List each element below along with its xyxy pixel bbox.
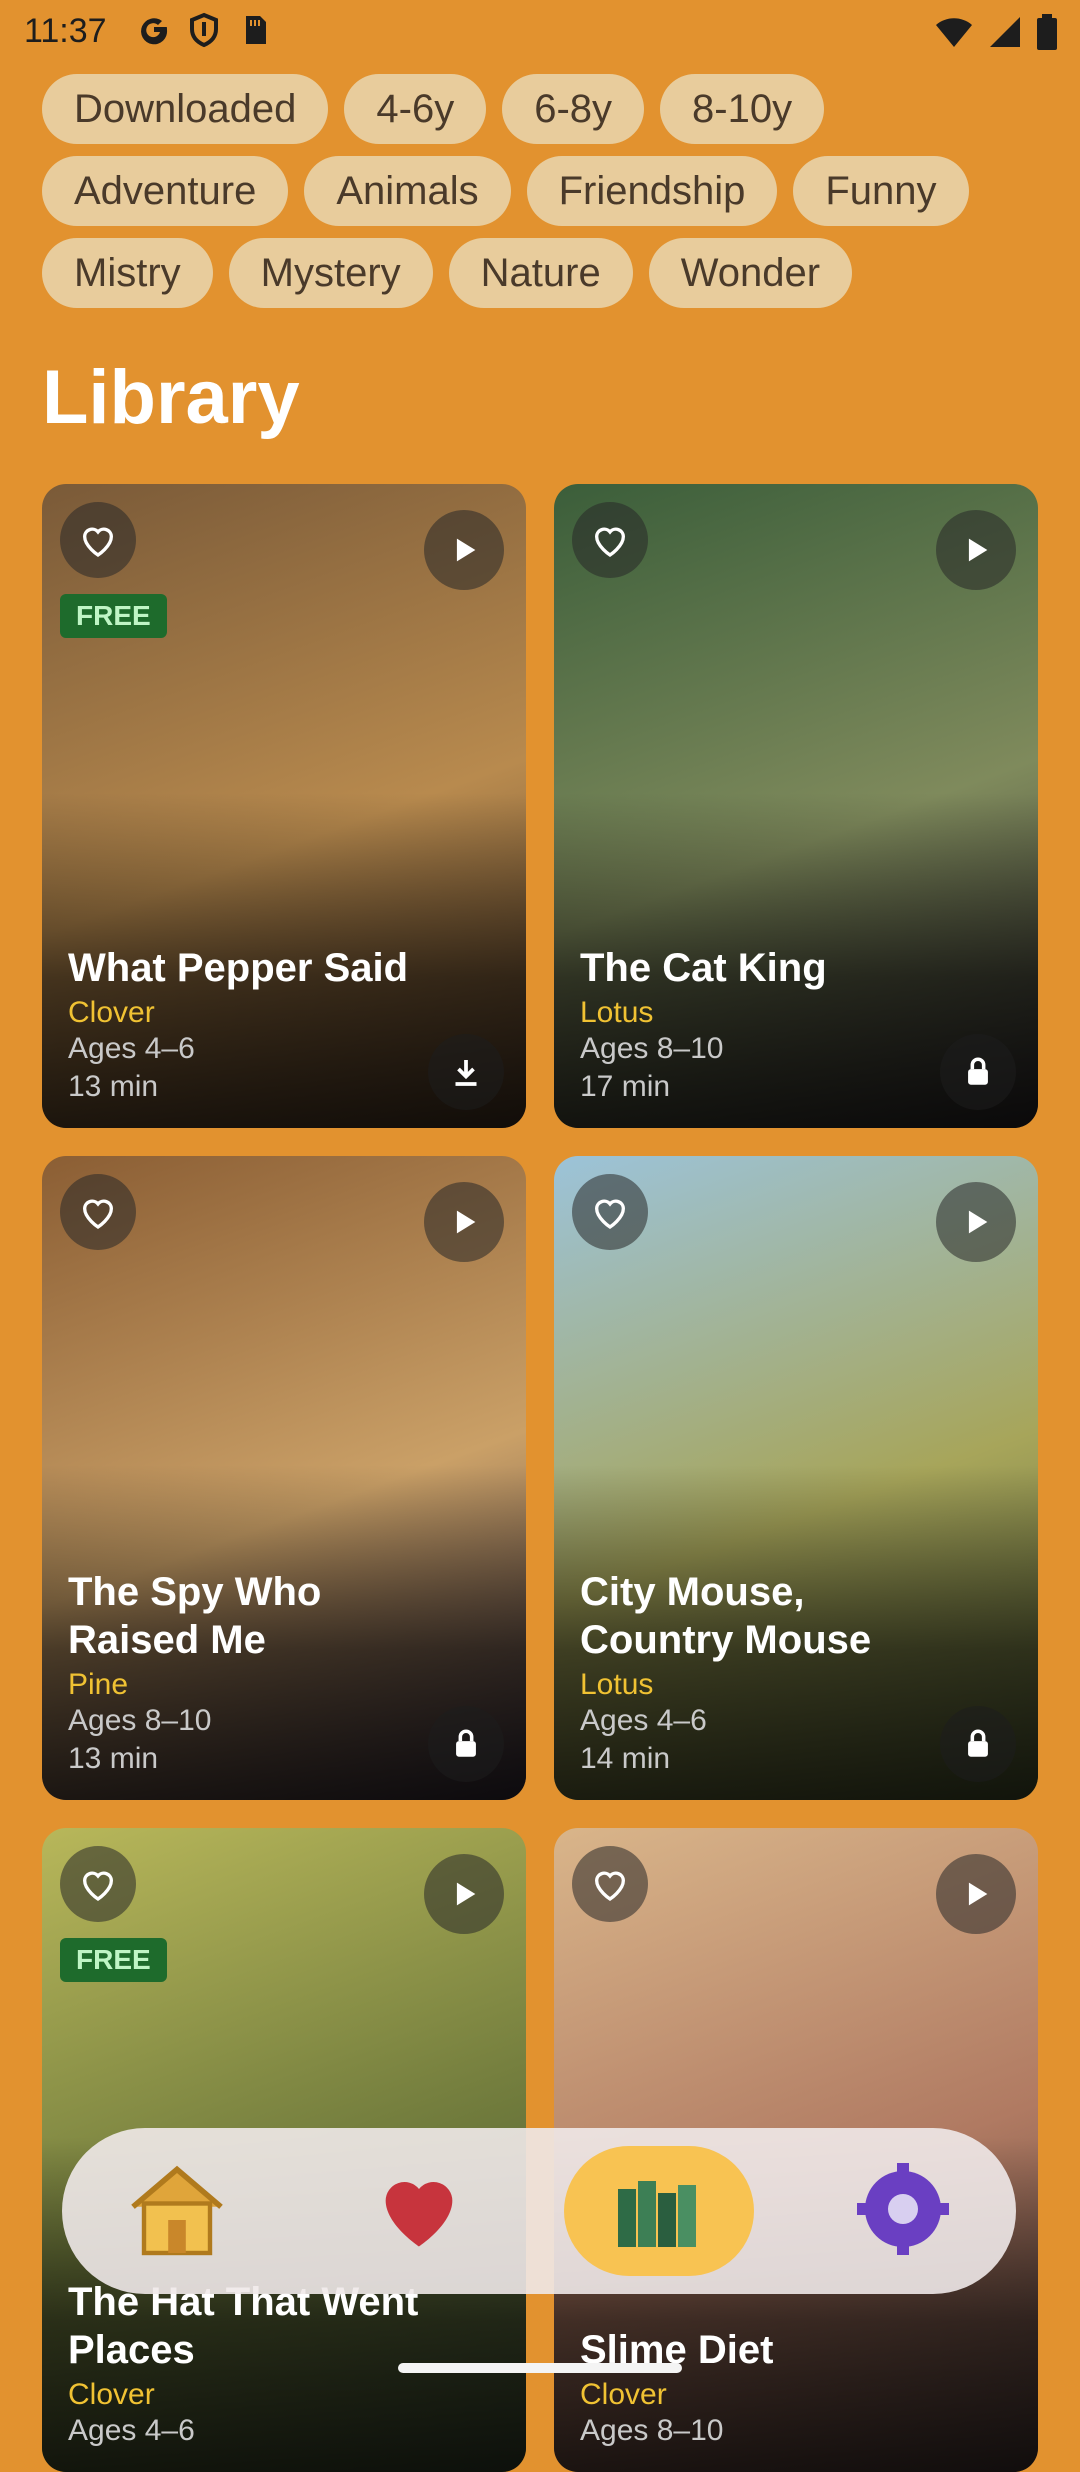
lock-icon[interactable] (940, 1034, 1016, 1110)
filter-chip-mystery[interactable]: Mystery (228, 238, 433, 308)
lock-icon[interactable] (428, 1706, 504, 1782)
google-icon (136, 12, 172, 53)
play-icon[interactable] (936, 510, 1016, 590)
story-card[interactable]: FREE What Pepper Said Clover Ages 4–6 13… (42, 484, 526, 1128)
free-badge: FREE (60, 594, 167, 638)
story-card[interactable]: City Mouse, Country Mouse Lotus Ages 4–6… (554, 1156, 1038, 1800)
nav-favorites[interactable] (324, 2146, 514, 2276)
gesture-handle[interactable] (398, 2363, 682, 2373)
sd-card-icon (236, 12, 272, 53)
story-narrator: Clover (68, 996, 155, 1029)
heart-icon[interactable] (60, 502, 136, 578)
shield-icon (186, 12, 222, 53)
wifi-icon (934, 15, 974, 54)
story-title: What Pepper Said (68, 946, 409, 990)
filter-chip-wonder[interactable]: Wonder (648, 238, 853, 308)
story-narrator: Pine (68, 1668, 129, 1701)
settings-icon (853, 2159, 953, 2264)
nav-library[interactable] (564, 2146, 754, 2276)
play-icon[interactable] (936, 1854, 1016, 1934)
filter-chip-6-8y[interactable]: 6-8y (502, 74, 645, 144)
heart-icon (369, 2159, 469, 2264)
filter-chip-animals[interactable]: Animals (304, 156, 511, 226)
nav-settings[interactable] (808, 2146, 998, 2276)
heart-icon[interactable] (572, 502, 648, 578)
filter-chip-funny[interactable]: Funny (793, 156, 969, 226)
story-ages: Ages 8–10 (580, 1032, 724, 1065)
filter-chip-downloaded[interactable]: Downloaded (42, 74, 329, 144)
play-icon[interactable] (424, 510, 504, 590)
story-ages: Ages 4–6 (68, 1032, 195, 1065)
books-icon (604, 2159, 714, 2264)
story-duration: 13 min (68, 1742, 159, 1775)
play-icon[interactable] (424, 1182, 504, 1262)
page-title: Library (42, 355, 300, 440)
story-narrator: Lotus (580, 996, 654, 1029)
story-card[interactable]: The Spy Who Raised Me Pine Ages 8–10 13 … (42, 1156, 526, 1800)
bottom-nav (62, 2128, 1016, 2294)
filter-chip-adventure[interactable]: Adventure (42, 156, 289, 226)
heart-icon[interactable] (572, 1846, 648, 1922)
filter-chip-nature[interactable]: Nature (448, 238, 633, 308)
battery-icon (1036, 14, 1058, 55)
story-ages: Ages 8–10 (580, 2414, 724, 2447)
filter-chip-8-10y[interactable]: 8-10y (660, 74, 825, 144)
lock-icon[interactable] (940, 1706, 1016, 1782)
story-narrator: Clover (580, 2378, 667, 2411)
status-time: 11:37 (24, 12, 107, 50)
story-title: The Spy Who Raised Me (68, 1570, 322, 1662)
play-icon[interactable] (936, 1182, 1016, 1262)
heart-icon[interactable] (60, 1846, 136, 1922)
heart-icon[interactable] (572, 1174, 648, 1250)
story-ages: Ages 8–10 (68, 1704, 212, 1737)
signal-icon (988, 15, 1022, 54)
story-card[interactable]: The Cat King Lotus Ages 8–10 17 min (554, 484, 1038, 1128)
home-icon (122, 2154, 232, 2269)
download-icon[interactable] (428, 1034, 504, 1110)
story-title: City Mouse, Country Mouse (580, 1570, 872, 1662)
play-icon[interactable] (424, 1854, 504, 1934)
status-bar: 11:37 (0, 0, 1080, 64)
story-duration: 13 min (68, 1070, 159, 1103)
free-badge: FREE (60, 1938, 167, 1982)
nav-home[interactable] (82, 2146, 272, 2276)
story-narrator: Lotus (580, 1668, 654, 1701)
filter-chips: Downloaded 4-6y 6-8y 8-10y Adventure Ani… (42, 74, 1052, 320)
filter-chip-mistry[interactable]: Mistry (42, 238, 213, 308)
story-narrator: Clover (68, 2378, 155, 2411)
filter-chip-4-6y[interactable]: 4-6y (344, 74, 487, 144)
story-duration: 14 min (580, 1742, 671, 1775)
heart-icon[interactable] (60, 1174, 136, 1250)
story-title: The Cat King (580, 946, 827, 990)
story-ages: Ages 4–6 (68, 2414, 195, 2447)
story-duration: 17 min (580, 1070, 671, 1103)
story-ages: Ages 4–6 (580, 1704, 707, 1737)
filter-chip-friendship[interactable]: Friendship (526, 156, 778, 226)
